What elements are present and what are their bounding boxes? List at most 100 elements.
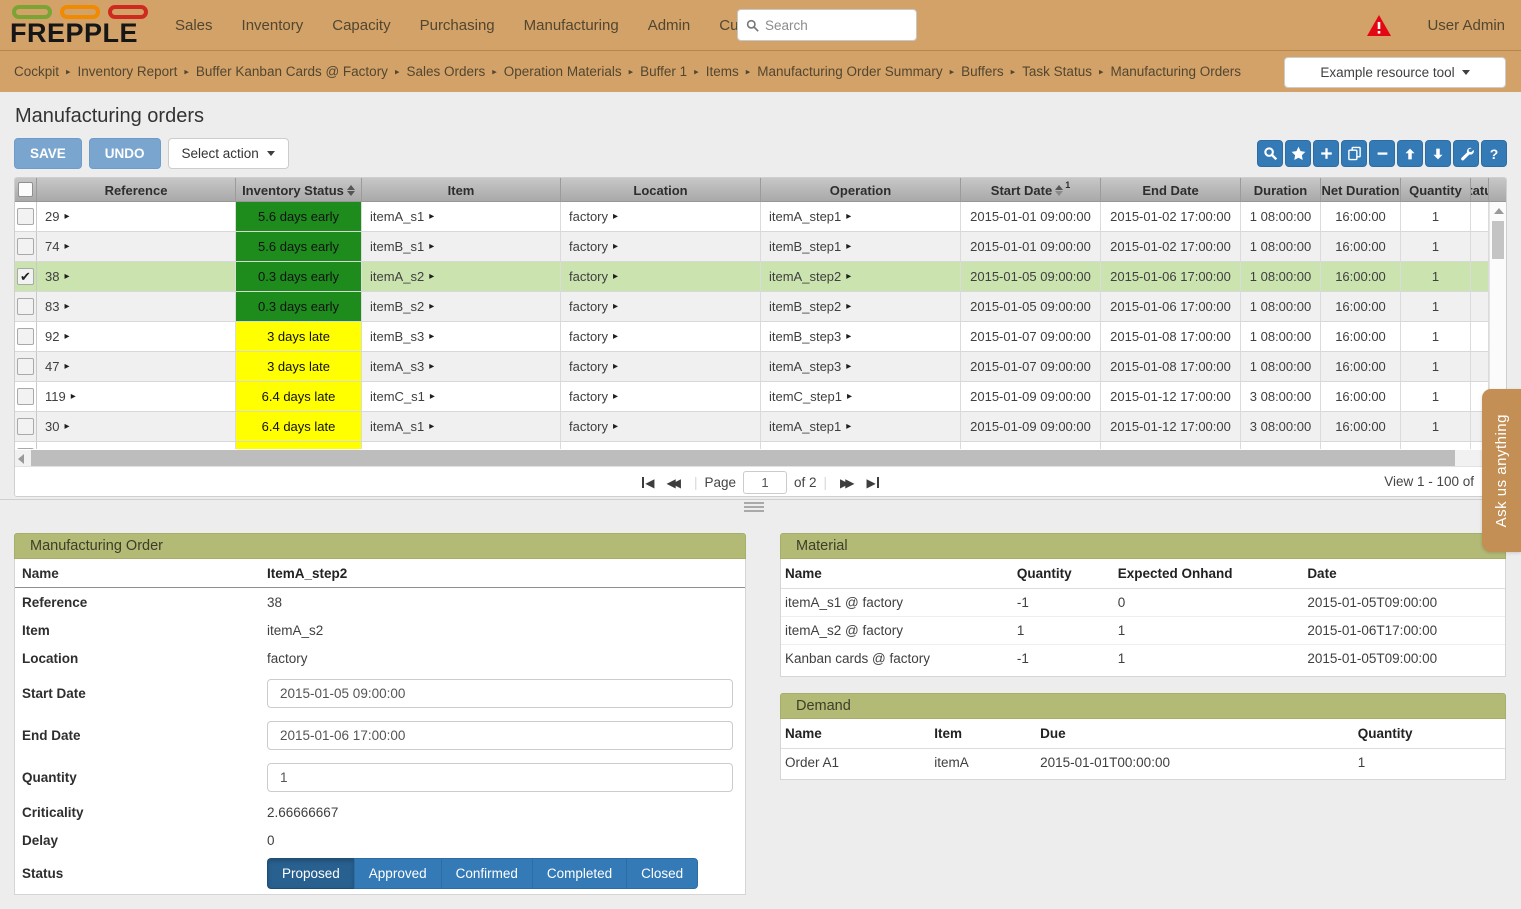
ask-us-anything-tab[interactable]: Ask us anything: [1482, 389, 1521, 552]
cell-text[interactable]: factory: [569, 209, 608, 224]
drilldown-caret-icon[interactable]: ▸: [64, 421, 69, 432]
move-up-button[interactable]: [1397, 140, 1423, 167]
row-checkbox[interactable]: [17, 298, 34, 315]
drilldown-caret-icon[interactable]: ▸: [613, 241, 618, 252]
menu-item-manufacturing[interactable]: Manufacturing: [524, 17, 619, 34]
cell-text[interactable]: itemA_step1: [769, 209, 841, 224]
row-checkbox[interactable]: [17, 328, 34, 345]
save-button[interactable]: SAVE: [14, 138, 82, 169]
drilldown-caret-icon[interactable]: ▸: [64, 301, 69, 312]
cell-text[interactable]: itemA_s1: [370, 209, 424, 224]
drilldown-caret-icon[interactable]: ▸: [846, 301, 851, 312]
column-header-operation[interactable]: Operation: [761, 178, 961, 202]
breadcrumb-item-inventory-report[interactable]: Inventory Report: [78, 64, 178, 79]
undo-button[interactable]: UNDO: [89, 138, 161, 169]
drilldown-caret-icon[interactable]: ▸: [64, 331, 69, 342]
row-checkbox[interactable]: [17, 388, 34, 405]
pager-last-button[interactable]: ▶: [867, 476, 880, 490]
cell-text[interactable]: itemA_s1: [370, 419, 424, 434]
cell-text[interactable]: itemB_s2: [370, 299, 424, 314]
cell-text[interactable]: itemA_s2: [370, 269, 424, 284]
drilldown-caret-icon[interactable]: ▸: [846, 271, 851, 282]
cell-text[interactable]: itemB_s3: [370, 329, 424, 344]
search-input[interactable]: [765, 18, 895, 33]
column-header-status[interactable]: Status: [1471, 178, 1489, 202]
table-row[interactable]: 29▸5.6 days earlyitemA_s1▸factory▸itemA_…: [15, 202, 1489, 232]
field-input-end-date[interactable]: [267, 721, 733, 750]
drilldown-caret-icon[interactable]: ▸: [846, 211, 851, 222]
tools-button[interactable]: [1453, 140, 1479, 167]
breadcrumb-item-cockpit[interactable]: Cockpit: [14, 64, 59, 79]
column-header-start-date[interactable]: Start Date1: [961, 178, 1101, 202]
copy-button[interactable]: [1341, 140, 1367, 167]
cell-text[interactable]: 119: [45, 389, 66, 404]
cell-text[interactable]: itemA_step1: [769, 419, 841, 434]
cell-text[interactable]: factory: [569, 269, 608, 284]
breadcrumb-item-task-status[interactable]: Task Status: [1022, 64, 1092, 79]
horizontal-scrollbar-thumb[interactable]: [31, 450, 1455, 466]
drilldown-caret-icon[interactable]: ▸: [847, 391, 852, 402]
cell-text[interactable]: factory: [569, 329, 608, 344]
breadcrumb-item-buffer-1[interactable]: Buffer 1: [640, 64, 687, 79]
add-button[interactable]: [1313, 140, 1339, 167]
status-button-proposed[interactable]: Proposed: [267, 858, 354, 889]
drilldown-caret-icon[interactable]: ▸: [613, 211, 618, 222]
table-row[interactable]: 47▸3 days lateitemA_s3▸factory▸itemA_ste…: [15, 352, 1489, 382]
page-number-input[interactable]: [743, 471, 787, 494]
breadcrumb-item-items[interactable]: Items: [706, 64, 739, 79]
cell-text[interactable]: 29: [45, 209, 59, 224]
breadcrumb-item-sales-orders[interactable]: Sales Orders: [406, 64, 485, 79]
breadcrumb-item-operation-materials[interactable]: Operation Materials: [504, 64, 622, 79]
drilldown-caret-icon[interactable]: ▸: [429, 331, 434, 342]
drilldown-caret-icon[interactable]: ▸: [429, 211, 434, 222]
cell-text[interactable]: itemA_s3: [370, 359, 424, 374]
cell-text[interactable]: itemB_step1: [769, 239, 841, 254]
row-checkbox[interactable]: [17, 208, 34, 225]
cell-text[interactable]: factory: [569, 419, 608, 434]
table-row[interactable]: 83▸0.3 days earlyitemB_s2▸factory▸itemB_…: [15, 292, 1489, 322]
row-checkbox[interactable]: [17, 418, 34, 435]
drilldown-caret-icon[interactable]: ▸: [430, 391, 435, 402]
status-button-confirmed[interactable]: Confirmed: [441, 858, 532, 889]
resource-tool-button[interactable]: Example resource tool: [1284, 57, 1506, 88]
row-checkbox[interactable]: [17, 358, 34, 375]
drilldown-caret-icon[interactable]: ▸: [64, 211, 69, 222]
user-menu[interactable]: User Admin: [1427, 17, 1505, 34]
drilldown-caret-icon[interactable]: ▸: [613, 271, 618, 282]
drilldown-caret-icon[interactable]: ▸: [429, 361, 434, 372]
menu-item-purchasing[interactable]: Purchasing: [420, 17, 495, 34]
scroll-left-arrow-icon[interactable]: [18, 454, 24, 464]
cell-text[interactable]: 92: [45, 329, 59, 344]
drilldown-caret-icon[interactable]: ▸: [429, 241, 434, 252]
search-button[interactable]: [1257, 140, 1283, 167]
help-button[interactable]: ?: [1481, 140, 1507, 167]
cell-text[interactable]: 38: [45, 269, 59, 284]
drilldown-caret-icon[interactable]: ▸: [613, 361, 618, 372]
table-row[interactable]: 74▸5.6 days earlyitemB_s1▸factory▸itemB_…: [15, 232, 1489, 262]
menu-item-inventory[interactable]: Inventory: [242, 17, 304, 34]
table-row[interactable]: [15, 442, 1489, 449]
cell-text[interactable]: itemC_s1: [370, 389, 425, 404]
cell-text[interactable]: factory: [569, 239, 608, 254]
drilldown-caret-icon[interactable]: ▸: [64, 271, 69, 282]
cell-text[interactable]: 47: [45, 359, 59, 374]
warning-icon[interactable]: [1367, 15, 1391, 36]
resize-handle[interactable]: [744, 502, 764, 513]
horizontal-scrollbar[interactable]: [15, 450, 1489, 466]
drilldown-caret-icon[interactable]: ▸: [613, 391, 618, 402]
column-header-reference[interactable]: Reference: [37, 178, 236, 202]
drilldown-caret-icon[interactable]: ▸: [71, 391, 76, 402]
cell-text[interactable]: itemB_step2: [769, 299, 841, 314]
drilldown-caret-icon[interactable]: ▸: [846, 421, 851, 432]
cell-text[interactable]: itemA_step3: [769, 359, 841, 374]
column-header-inventory-status[interactable]: Inventory Status: [236, 178, 362, 202]
row-checkbox[interactable]: ✔: [17, 268, 34, 285]
row-checkbox[interactable]: [17, 448, 34, 449]
cell-text[interactable]: 83: [45, 299, 59, 314]
drilldown-caret-icon[interactable]: ▸: [613, 331, 618, 342]
menu-item-admin[interactable]: Admin: [648, 17, 691, 34]
pager-next-button[interactable]: ▶▶: [840, 476, 854, 490]
table-row[interactable]: 30▸6.4 days lateitemA_s1▸factory▸itemA_s…: [15, 412, 1489, 442]
cell-text[interactable]: itemB_s1: [370, 239, 424, 254]
drilldown-caret-icon[interactable]: ▸: [429, 301, 434, 312]
